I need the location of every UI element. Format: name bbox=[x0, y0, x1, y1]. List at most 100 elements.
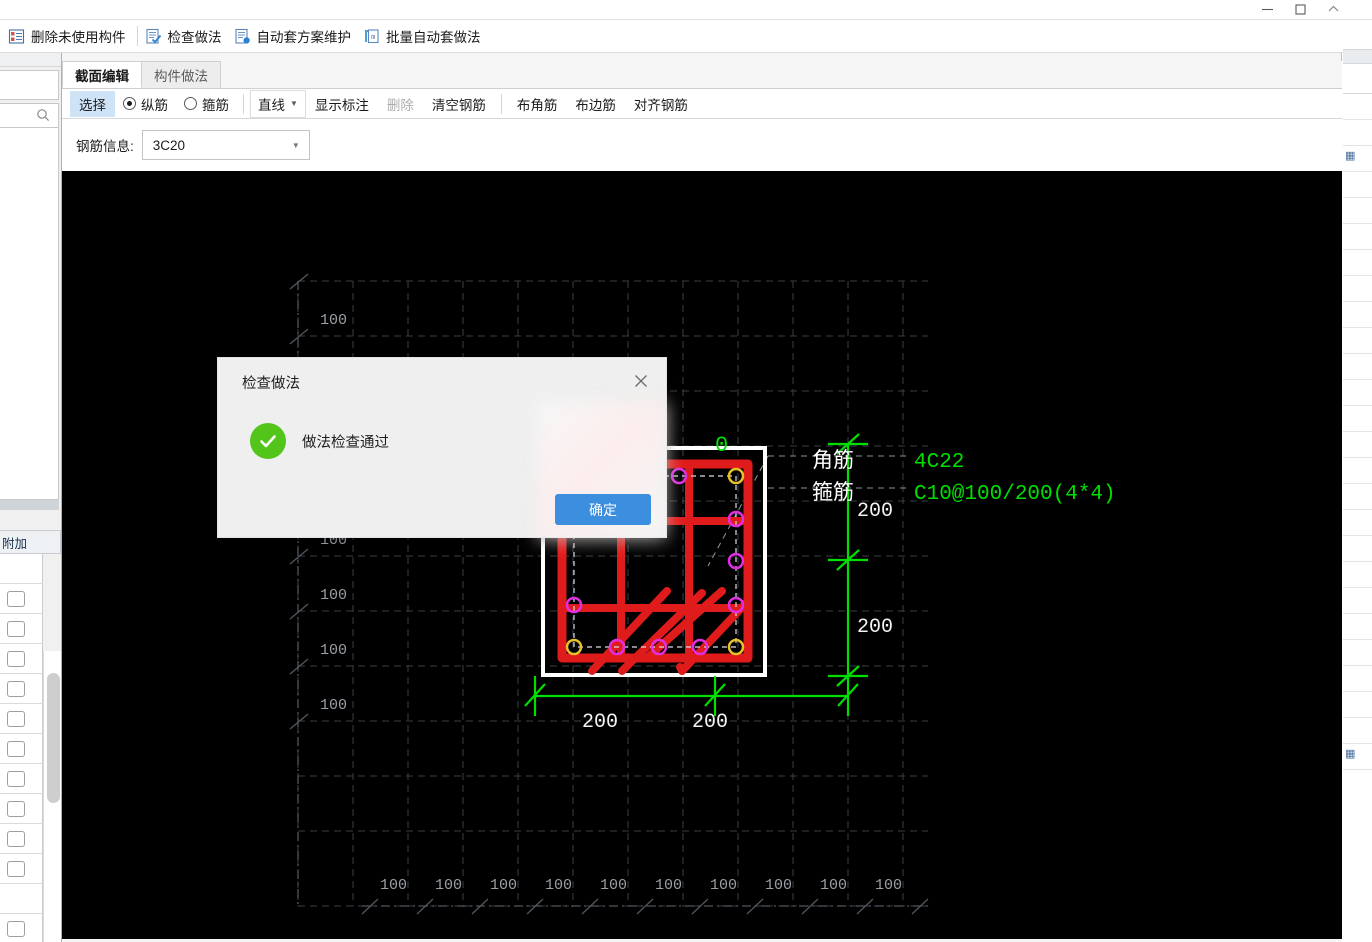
table-row[interactable] bbox=[0, 794, 43, 824]
right-panel-cell[interactable] bbox=[1343, 328, 1372, 354]
radio-longitudinal-rebar[interactable]: 纵筋 bbox=[115, 91, 176, 117]
row-checkbox[interactable] bbox=[7, 800, 25, 817]
table-row[interactable] bbox=[0, 704, 43, 734]
component-tree[interactable] bbox=[0, 128, 59, 500]
svg-text:100: 100 bbox=[545, 877, 572, 894]
svg-text:100: 100 bbox=[320, 587, 347, 604]
maximize-icon[interactable] bbox=[1284, 0, 1317, 19]
right-panel-cell[interactable] bbox=[1343, 20, 1372, 50]
right-panel-cell[interactable]: ▦ bbox=[1343, 744, 1372, 770]
line-mode-dropdown[interactable]: 直线 ▼ bbox=[250, 89, 306, 118]
column-header-label: 附加 bbox=[2, 536, 28, 551]
property-grid-icon: ▦ bbox=[1345, 150, 1356, 162]
show-annotation-button[interactable]: 显示标注 bbox=[306, 91, 378, 117]
row-checkbox[interactable] bbox=[7, 710, 25, 727]
panel-splitter[interactable] bbox=[0, 500, 59, 510]
right-panel-cell[interactable] bbox=[1343, 302, 1372, 328]
right-panel-cell[interactable] bbox=[1343, 640, 1372, 666]
close-icon[interactable] bbox=[628, 368, 654, 394]
table-row[interactable] bbox=[0, 734, 43, 764]
clear-rebar-button[interactable]: 清空钢筋 bbox=[423, 91, 495, 117]
table-row[interactable] bbox=[0, 884, 43, 914]
right-panel-cell[interactable] bbox=[1343, 588, 1372, 614]
right-panel-cell[interactable] bbox=[1343, 172, 1372, 198]
select-tool-button[interactable]: 选择 bbox=[70, 90, 115, 117]
tab-component-method[interactable]: 构件做法 bbox=[141, 61, 221, 88]
rebar-info-combo[interactable]: 3C20 ▼ bbox=[141, 130, 310, 160]
line-mode-label: 直线 bbox=[258, 97, 285, 113]
right-panel-cell[interactable] bbox=[1343, 458, 1372, 484]
table-row[interactable] bbox=[0, 584, 43, 614]
right-panel-cell[interactable] bbox=[1343, 510, 1372, 536]
radio-off-icon bbox=[184, 97, 197, 110]
table-row[interactable] bbox=[0, 614, 43, 644]
ribbon-item-auto-scheme-maintenance[interactable]: 自动套方案维护 bbox=[230, 23, 360, 49]
right-panel-cell[interactable] bbox=[1343, 354, 1372, 380]
ribbon-item-label: 检查做法 bbox=[167, 30, 222, 45]
table-row[interactable] bbox=[0, 554, 43, 584]
svg-text:100: 100 bbox=[490, 877, 517, 894]
radio-stirrup[interactable]: 箍筋 bbox=[176, 91, 237, 117]
attachment-table-scrollbar[interactable] bbox=[43, 651, 61, 942]
table-row[interactable] bbox=[0, 914, 43, 942]
row-checkbox[interactable] bbox=[7, 860, 25, 877]
scrollbar-thumb[interactable] bbox=[47, 673, 60, 803]
partial-green-label: 0 bbox=[715, 433, 728, 458]
ribbon-item-delete-unused-components[interactable]: 删除未使用构件 bbox=[4, 23, 134, 49]
row-checkbox[interactable] bbox=[7, 650, 25, 667]
right-panel-cell[interactable] bbox=[1343, 562, 1372, 588]
place-edge-rebar-button[interactable]: 布边筋 bbox=[566, 91, 625, 117]
right-panel-cell[interactable] bbox=[1343, 406, 1372, 432]
ribbon-toolbar: 删除未使用构件 检查做法 自动套方案维护 m 批量自动套做法 bbox=[0, 20, 1372, 53]
table-row[interactable] bbox=[0, 824, 43, 854]
success-check-icon bbox=[250, 423, 286, 459]
right-panel-cell[interactable] bbox=[1343, 536, 1372, 562]
annotation-value-corner-rebar: 4C22 bbox=[914, 451, 964, 474]
search-input[interactable] bbox=[0, 103, 59, 128]
table-row[interactable] bbox=[0, 764, 43, 794]
place-corner-rebar-button[interactable]: 布角筋 bbox=[508, 91, 567, 117]
svg-text:100: 100 bbox=[875, 877, 902, 894]
section-drawing-canvas[interactable]: 100 100 100 100 100 100 100 100 100 100 … bbox=[62, 171, 1342, 939]
right-panel-cell[interactable]: ▦ bbox=[1343, 146, 1372, 172]
row-checkbox[interactable] bbox=[7, 920, 25, 937]
right-panel-cell[interactable] bbox=[1343, 614, 1372, 640]
table-row[interactable] bbox=[0, 854, 43, 884]
right-panel-cell[interactable] bbox=[1343, 666, 1372, 692]
table-row[interactable] bbox=[0, 644, 43, 674]
table-row[interactable] bbox=[0, 674, 43, 704]
right-panel-cell[interactable] bbox=[1343, 276, 1372, 302]
svg-text:200: 200 bbox=[857, 616, 893, 639]
right-panel-cell[interactable] bbox=[1343, 250, 1372, 276]
vertical-dimension-labels: 200 200 bbox=[857, 500, 893, 639]
ribbon-item-check-method[interactable]: 检查做法 bbox=[141, 23, 230, 49]
right-panel-cell[interactable] bbox=[1343, 120, 1372, 146]
svg-text:100: 100 bbox=[380, 877, 407, 894]
row-checkbox[interactable] bbox=[7, 830, 25, 847]
right-panel-cell[interactable] bbox=[1343, 198, 1372, 224]
tab-section-edit[interactable]: 截面编辑 bbox=[62, 61, 142, 88]
right-panel-cell[interactable] bbox=[1343, 224, 1372, 250]
dialog-ok-button[interactable]: 确定 bbox=[555, 494, 651, 525]
right-panel-cell[interactable] bbox=[1343, 484, 1372, 510]
button-label: 显示标注 bbox=[314, 97, 369, 113]
row-checkbox[interactable] bbox=[7, 620, 25, 637]
row-checkbox[interactable] bbox=[7, 590, 25, 607]
ribbon-item-label: 批量自动套做法 bbox=[386, 30, 481, 45]
right-panel-cell[interactable] bbox=[1343, 94, 1372, 120]
right-panel-cell[interactable] bbox=[1343, 718, 1372, 744]
right-panel-cell[interactable] bbox=[1343, 432, 1372, 458]
row-checkbox[interactable] bbox=[7, 740, 25, 757]
component-selector-combo[interactable] bbox=[0, 70, 59, 100]
right-panel-cell[interactable] bbox=[1343, 64, 1372, 94]
row-checkbox[interactable] bbox=[7, 770, 25, 787]
right-panel-cell[interactable] bbox=[1343, 380, 1372, 406]
horizontal-dimension-chain bbox=[361, 898, 929, 915]
svg-text:200: 200 bbox=[857, 500, 893, 523]
row-checkbox[interactable] bbox=[7, 680, 25, 697]
minimize-icon[interactable] bbox=[1251, 0, 1284, 19]
align-rebar-button[interactable]: 对齐钢筋 bbox=[625, 91, 697, 117]
ribbon-item-batch-auto-method[interactable]: m 批量自动套做法 bbox=[359, 23, 489, 49]
right-panel-cell[interactable] bbox=[1343, 692, 1372, 718]
radio-label: 箍筋 bbox=[202, 97, 229, 113]
